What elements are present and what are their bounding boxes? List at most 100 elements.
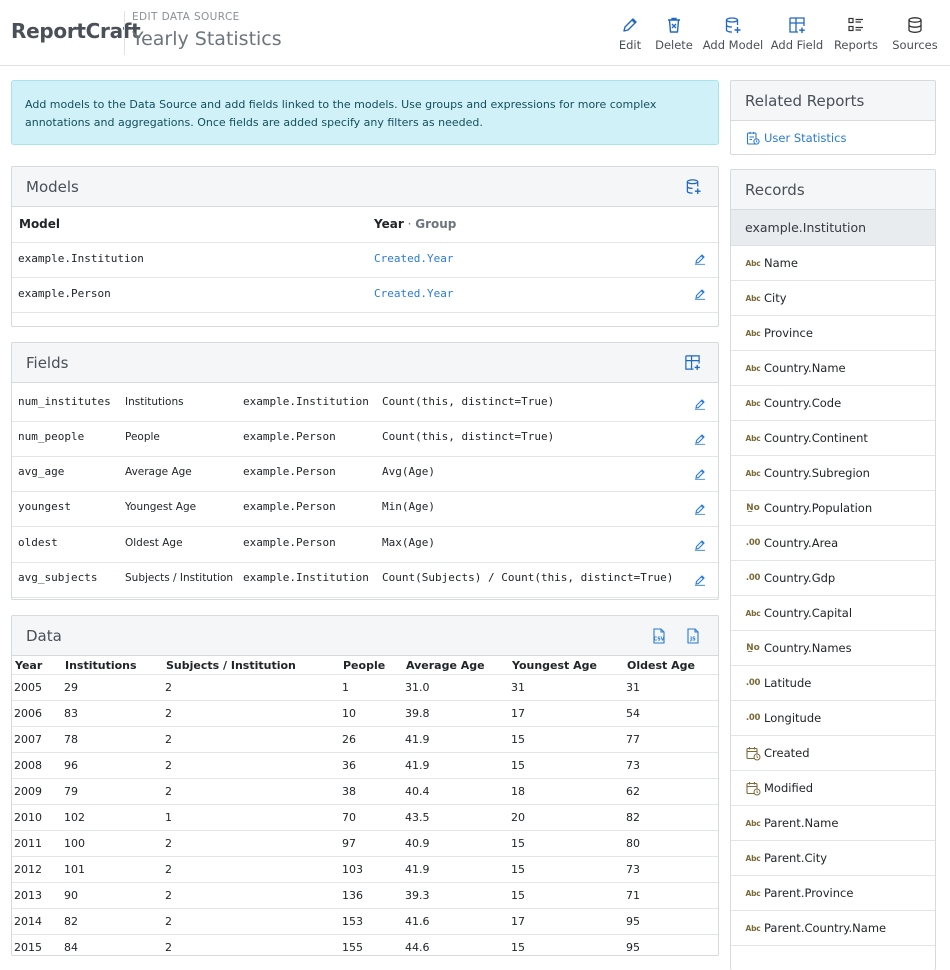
records-model-row[interactable]: example.Institution <box>731 210 935 246</box>
table-row: 2012 101 2 103 41.9 15 73 <box>12 856 718 882</box>
table-cell: 2 <box>165 681 172 694</box>
edit-icon[interactable] <box>694 539 706 554</box>
record-field-item[interactable]: Created <box>731 736 935 771</box>
number-type-icon: N̲o <box>746 503 760 513</box>
table-row: 2015 84 2 155 44.6 15 95 <box>12 934 718 955</box>
related-report-link[interactable]: User Statistics <box>746 131 846 145</box>
field-label: Youngest Age <box>125 501 197 513</box>
record-field-item[interactable]: Abc Country.Capital <box>731 596 935 631</box>
table-cell: 15 <box>511 941 525 954</box>
table-cell: 2007 <box>14 733 42 746</box>
edit-icon[interactable] <box>694 288 706 303</box>
edit-icon[interactable] <box>694 503 706 518</box>
add-field-button[interactable]: Add Field <box>769 14 825 52</box>
table-row: 2010 102 1 70 43.5 20 82 <box>12 804 718 830</box>
reports-button[interactable]: Reports <box>825 14 887 52</box>
delete-button[interactable]: Delete <box>651 14 697 52</box>
export-json-button[interactable]: JS <box>686 628 700 647</box>
record-field-item[interactable]: .00 Longitude <box>731 701 935 736</box>
column-header[interactable]: Institutions <box>65 656 137 676</box>
record-field-label: City <box>764 291 787 305</box>
table-row[interactable]: example.Institution Created.Year <box>12 243 718 278</box>
record-field-item[interactable]: Abc Country.Code <box>731 386 935 421</box>
table-cell: 10 <box>342 707 356 720</box>
record-field-item[interactable]: Abc Country.Name <box>731 351 935 386</box>
record-field-item[interactable]: Abc Country.Continent <box>731 421 935 456</box>
pencil-icon <box>621 14 639 36</box>
field-label: Average Age <box>125 466 192 478</box>
record-field-item[interactable]: Abc City <box>731 281 935 316</box>
sources-button[interactable]: Sources <box>887 14 943 52</box>
edit-icon[interactable] <box>694 468 706 483</box>
record-field-item[interactable]: .00 Country.Gdp <box>731 561 935 596</box>
record-field-item[interactable]: .00 Country.Area <box>731 526 935 561</box>
table-cell: 100 <box>64 837 85 850</box>
field-type-icon: Abc <box>745 886 761 900</box>
record-field-label: Country.Code <box>764 396 842 410</box>
text-type-icon: Abc <box>745 608 761 618</box>
field-type-icon: N̲o <box>745 501 761 515</box>
csv-icon-text: CSV <box>654 637 665 643</box>
edit-icon[interactable] <box>694 253 706 268</box>
text-type-icon: Abc <box>745 853 761 863</box>
brand-logo[interactable]: ReportCraft <box>11 19 141 43</box>
text-type-icon: Abc <box>745 468 761 478</box>
record-field-item[interactable]: Abc Name <box>731 246 935 281</box>
model-name: example.Person <box>18 287 111 300</box>
column-header[interactable]: Average Age <box>406 656 485 676</box>
record-field-item[interactable]: Abc Parent.Name <box>731 806 935 841</box>
text-type-icon: Abc <box>745 923 761 933</box>
record-field-item[interactable]: Abc Province <box>731 316 935 351</box>
table-cell: 70 <box>342 811 356 824</box>
field-row[interactable]: youngest Youngest Age example.Person Min(Ag… <box>12 492 718 527</box>
edit-icon[interactable] <box>694 433 706 448</box>
record-field-item[interactable]: Abc Parent.Country.Name <box>731 911 935 946</box>
edit-button[interactable]: Edit <box>609 14 651 52</box>
column-header[interactable]: Youngest Age <box>512 656 597 676</box>
table-cell: 2 <box>165 707 172 720</box>
model-group[interactable]: Created.Year <box>374 287 453 300</box>
table-row[interactable]: example.Person Created.Year <box>12 278 718 313</box>
table-cell: 2010 <box>14 811 42 824</box>
record-field-label: Country.Gdp <box>764 571 836 585</box>
column-header[interactable]: Oldest Age <box>627 656 695 676</box>
field-row[interactable]: num_people People example.Person Count(this… <box>12 422 718 457</box>
record-field-label: Province <box>764 326 813 340</box>
record-field-item[interactable]: N̲o Country.Names <box>731 631 935 666</box>
field-row[interactable]: avg_age Average Age example.Person Avg(Age) <box>12 457 718 492</box>
table-cell: 2 <box>165 759 172 772</box>
column-header[interactable]: Year <box>15 656 42 676</box>
table-row: 2011 100 2 97 40.9 15 80 <box>12 830 718 856</box>
record-field-item[interactable]: Abc Parent.Province <box>731 876 935 911</box>
column-header[interactable]: Subjects / Institution <box>166 656 296 676</box>
edit-icon[interactable] <box>694 574 706 589</box>
records-title: Records <box>745 181 805 199</box>
record-field-item[interactable]: Abc Country.Subregion <box>731 456 935 491</box>
record-field-item[interactable]: .00 Latitude <box>731 666 935 701</box>
export-csv-button[interactable]: CSV <box>652 628 666 647</box>
related-reports-header: Related Reports <box>731 81 935 121</box>
add-model-button[interactable]: Add Model <box>697 14 769 52</box>
field-expression: Avg(Age) <box>382 465 435 478</box>
column-header[interactable]: People <box>343 656 385 676</box>
edit-icon[interactable] <box>694 398 706 413</box>
record-field-item[interactable]: Modified <box>731 771 935 806</box>
sources-label: Sources <box>892 38 938 52</box>
field-row[interactable]: avg_subjects Subjects / Institution exampl… <box>12 563 718 598</box>
table-cell: 80 <box>626 837 640 850</box>
model-group[interactable]: Created.Year <box>374 252 453 265</box>
field-row[interactable]: num_institutes Institutions example.Instit… <box>12 383 718 422</box>
text-type-icon: Abc <box>745 363 761 373</box>
top-bar: ReportCraft EDIT DATA SOURCE Yearly Stat… <box>0 0 950 66</box>
field-expression: Min(Age) <box>382 500 435 513</box>
add-model-icon[interactable] <box>685 178 702 198</box>
field-label: Oldest Age <box>125 537 183 549</box>
add-field-icon[interactable] <box>684 354 701 374</box>
table-cell: 29 <box>64 681 78 694</box>
field-expression: Count(Subjects) / Count(this, distinct=T… <box>382 571 674 584</box>
field-row[interactable]: oldest Oldest Age example.Person Max(Age) <box>12 528 718 563</box>
field-name: oldest <box>18 536 58 549</box>
record-field-label: Country.Continent <box>764 431 868 445</box>
record-field-item[interactable]: Abc Parent.City <box>731 841 935 876</box>
record-field-item[interactable]: N̲o Country.Population <box>731 491 935 526</box>
